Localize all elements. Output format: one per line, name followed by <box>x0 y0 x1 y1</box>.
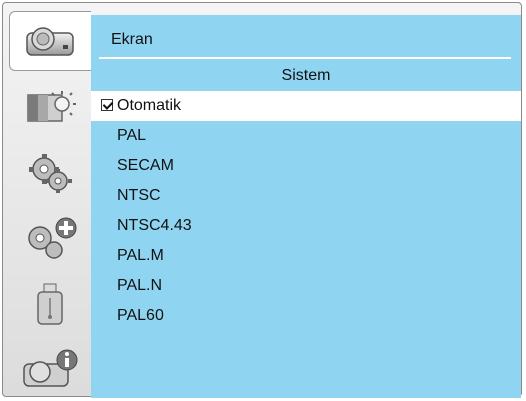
option-label: NTSC <box>117 187 161 204</box>
option-label: PAL.M <box>117 247 164 264</box>
picture-brightness-icon <box>22 87 78 127</box>
tab-information[interactable] <box>9 341 91 401</box>
tab-picture[interactable] <box>9 77 91 137</box>
option-label: SECAM <box>117 157 174 174</box>
title-divider <box>99 57 511 59</box>
system-options-list: Otomatik PAL SECAM NTSC NTSC4.43 PAL.M P… <box>91 91 521 331</box>
option-label: PAL.N <box>117 277 163 294</box>
option-pal-m[interactable]: PAL.M <box>91 241 521 271</box>
option-otomatik[interactable]: Otomatik <box>91 91 521 121</box>
tab-advanced-settings[interactable] <box>9 209 91 269</box>
option-pal-n[interactable]: PAL.N <box>91 271 521 301</box>
option-ntsc[interactable]: NTSC <box>91 181 521 211</box>
option-label: PAL60 <box>117 307 164 324</box>
option-pal[interactable]: PAL <box>91 121 521 151</box>
option-label: NTSC4.43 <box>117 217 192 234</box>
tab-media[interactable] <box>9 275 91 335</box>
option-pal60[interactable]: PAL60 <box>91 301 521 331</box>
option-label: Otomatik <box>117 97 182 114</box>
option-secam[interactable]: SECAM <box>91 151 521 181</box>
page-title: Ekran <box>111 31 153 48</box>
option-label: PAL <box>117 127 147 144</box>
gear-plus-icon <box>20 216 80 262</box>
content-panel: Ekran Sistem Otomatik PAL SECAM NTSC NTS… <box>91 15 521 398</box>
projector-info-icon <box>20 348 80 394</box>
option-ntsc443[interactable]: NTSC4.43 <box>91 211 521 241</box>
tab-settings[interactable] <box>9 143 91 203</box>
projector-icon <box>23 21 79 61</box>
usb-drive-icon <box>30 282 70 328</box>
sidebar <box>9 11 91 396</box>
osd-window: Ekran Sistem Otomatik PAL SECAM NTSC NTS… <box>2 2 522 398</box>
tab-display[interactable] <box>9 11 91 71</box>
gear-icon <box>22 151 78 195</box>
checkbox-icon <box>101 99 113 111</box>
section-header: Sistem <box>281 67 331 84</box>
